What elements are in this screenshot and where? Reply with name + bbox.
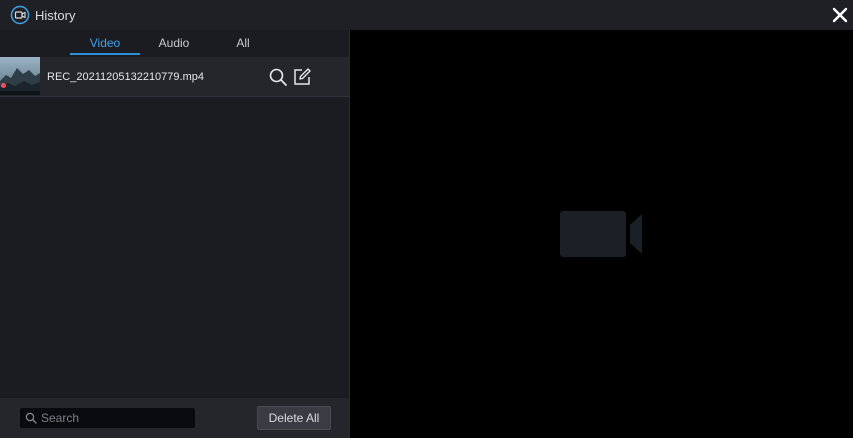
search-input[interactable] bbox=[41, 408, 191, 428]
video-recorder-icon bbox=[10, 5, 30, 25]
video-thumbnail bbox=[0, 57, 40, 95]
tab-audio[interactable]: Audio bbox=[140, 36, 208, 50]
video-camera-icon bbox=[560, 211, 642, 257]
history-footer: Delete All bbox=[0, 398, 349, 438]
history-list-panel: Video Audio All REC_20211205132210779.mp… bbox=[0, 30, 349, 438]
window-title: History bbox=[35, 8, 76, 23]
delete-all-button[interactable]: Delete All bbox=[257, 406, 331, 430]
title-bar: History bbox=[0, 0, 853, 30]
tab-video[interactable]: Video bbox=[70, 36, 140, 50]
recording-filename: REC_20211205132210779.mp4 bbox=[47, 71, 204, 83]
search-field bbox=[20, 408, 195, 428]
search-icon[interactable] bbox=[268, 67, 288, 87]
active-tab-indicator bbox=[70, 53, 140, 55]
recording-list-item[interactable]: REC_20211205132210779.mp4 bbox=[0, 57, 349, 97]
new-recording-indicator bbox=[1, 83, 6, 88]
edit-icon[interactable] bbox=[292, 67, 312, 87]
search-icon bbox=[25, 412, 37, 424]
tab-all[interactable]: All bbox=[208, 36, 278, 50]
preview-panel bbox=[350, 30, 853, 438]
media-type-tabs: Video Audio All bbox=[0, 30, 349, 56]
close-icon[interactable] bbox=[829, 4, 851, 26]
